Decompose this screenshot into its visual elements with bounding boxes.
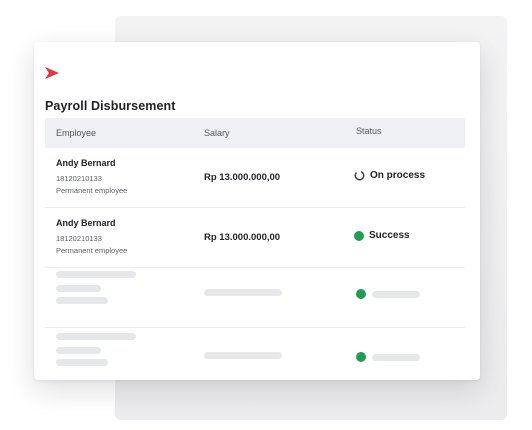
skeleton-bar [56,333,136,340]
status-cell: Success [354,230,410,241]
illustration-stage: Payroll Disbursement Employee Salary Sta… [0,0,532,430]
skeleton-bar [56,271,136,278]
skeleton-bar [204,352,282,359]
employee-id: 18120210133 [56,234,102,243]
status-text: On process [370,170,426,181]
skeleton-row [45,268,465,328]
column-header-employee[interactable]: Employee [56,128,96,138]
skeleton-bar [204,289,282,296]
skeleton-bar [56,297,108,304]
payroll-window: Payroll Disbursement Employee Salary Sta… [34,42,480,380]
skeleton-bar [372,354,420,361]
success-dot-icon [356,352,366,362]
status-cell: On process [354,170,425,181]
table-row[interactable]: Andy Bernard 18120210133 Permanent emplo… [45,148,465,208]
success-dot-icon [354,230,364,241]
brand-logo-icon [45,67,59,79]
column-header-status[interactable]: Status [356,126,382,136]
page-title: Payroll Disbursement [45,99,176,113]
column-header-salary[interactable]: Salary [204,128,230,138]
skeleton-row [45,328,465,380]
table-header: Employee Salary Status [45,118,465,148]
loading-spinner-icon [354,170,365,181]
skeleton-bar [372,291,420,298]
skeleton-bar [56,285,101,292]
employee-id: 18120210133 [56,174,102,183]
window-header [34,42,480,82]
employee-type: Permanent employee [56,246,128,255]
salary-amount: Rp 13.000.000,00 [204,232,281,243]
table-row[interactable]: Andy Bernard 18120210133 Permanent emplo… [45,208,465,268]
employee-name: Andy Bernard [56,218,116,228]
success-dot-icon [356,289,366,299]
salary-amount: Rp 13.000.000,00 [204,172,281,183]
skeleton-bar [56,347,101,354]
payroll-table: Employee Salary Status Andy Bernard 1812… [45,118,465,380]
skeleton-bar [56,359,108,366]
employee-name: Andy Bernard [56,158,116,168]
employee-type: Permanent employee [56,186,128,195]
status-text: Success [369,230,410,241]
